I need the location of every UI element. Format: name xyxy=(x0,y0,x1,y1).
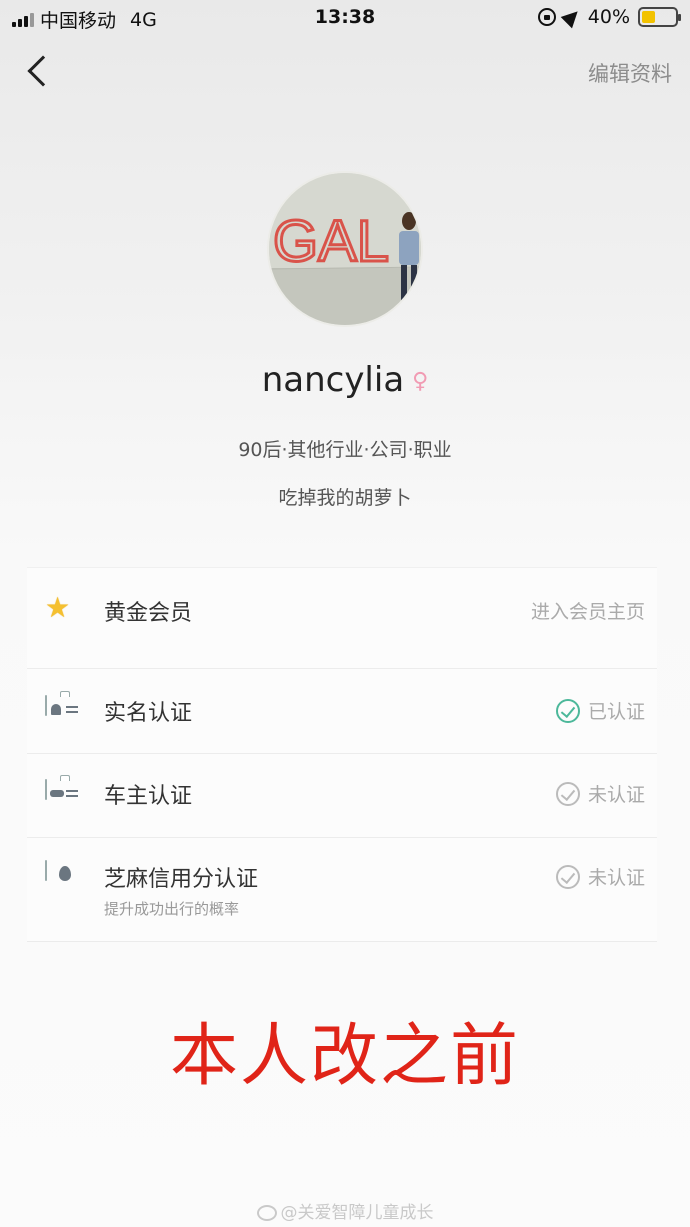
sesame-credit-subtitle: 提升成功出行的概率 xyxy=(104,900,240,918)
sesame-credit-status-text: 未认证 xyxy=(587,867,645,889)
verification-list: ★ 黄金会员 进入会员主页 实名认证 已认证 车主认证 未认证 芝麻信用分认证 xyxy=(27,567,657,942)
sesame-credit-status: 未认证 xyxy=(555,863,645,890)
back-chevron-icon[interactable] xyxy=(27,55,59,87)
car-card-icon xyxy=(45,779,78,800)
profile-bio: 吃掉我的胡萝卜 xyxy=(278,487,412,509)
weibo-icon xyxy=(256,1205,277,1221)
list-item-gold-member[interactable]: ★ 黄金会员 进入会员主页 xyxy=(27,568,657,668)
female-gender-icon: ♀ xyxy=(412,369,429,394)
weibo-watermark: @关爱智障儿童成长 xyxy=(0,1198,690,1223)
realname-status-text: 已认证 xyxy=(587,701,645,723)
location-arrow-icon xyxy=(560,5,584,29)
battery-icon xyxy=(638,7,681,27)
verified-check-icon xyxy=(555,698,580,723)
username-text: nancylia xyxy=(261,360,405,400)
realname-status: 已认证 xyxy=(555,697,645,724)
avatar-graffiti-text: GAL xyxy=(273,209,389,274)
battery-percent: 40% xyxy=(587,6,630,28)
gold-member-label: 黄金会员 xyxy=(104,601,193,626)
unverified-check-icon xyxy=(555,781,580,806)
edit-profile-button[interactable]: 编辑资料 xyxy=(588,58,672,88)
rotation-lock-icon xyxy=(537,8,556,26)
member-home-link[interactable]: 进入会员主页 xyxy=(531,597,645,624)
profile-tags: 90后·其他行业·公司·职业 xyxy=(238,439,452,461)
overlay-caption: 本人改之前 xyxy=(169,1017,520,1096)
car-owner-label: 车主认证 xyxy=(104,784,193,809)
list-item-realname[interactable]: 实名认证 已认证 xyxy=(27,669,657,753)
profile-username: nancylia ♀ xyxy=(0,360,690,400)
profile-page: 中国移动 4G 13:38 40% 编辑资料 GAL nancylia ♀ 90后… xyxy=(0,0,690,1227)
sesame-credit-label: 芝麻信用分认证 xyxy=(104,867,259,892)
id-card-icon xyxy=(45,695,78,716)
car-owner-status: 未认证 xyxy=(555,780,645,807)
list-item-car-owner[interactable]: 车主认证 未认证 xyxy=(27,754,657,837)
avatar[interactable]: GAL xyxy=(267,171,423,327)
sesame-credit-icon xyxy=(45,860,71,881)
watermark-text: @关爱智障儿童成长 xyxy=(280,1203,434,1223)
unverified-check-icon xyxy=(555,864,580,889)
realname-label: 实名认证 xyxy=(104,701,193,726)
list-item-sesame-credit[interactable]: 芝麻信用分认证 提升成功出行的概率 未认证 xyxy=(27,838,657,942)
star-icon: ★ xyxy=(45,591,71,624)
car-owner-status-text: 未认证 xyxy=(587,784,645,806)
status-bar: 中国移动 4G 13:38 40% xyxy=(0,0,690,36)
